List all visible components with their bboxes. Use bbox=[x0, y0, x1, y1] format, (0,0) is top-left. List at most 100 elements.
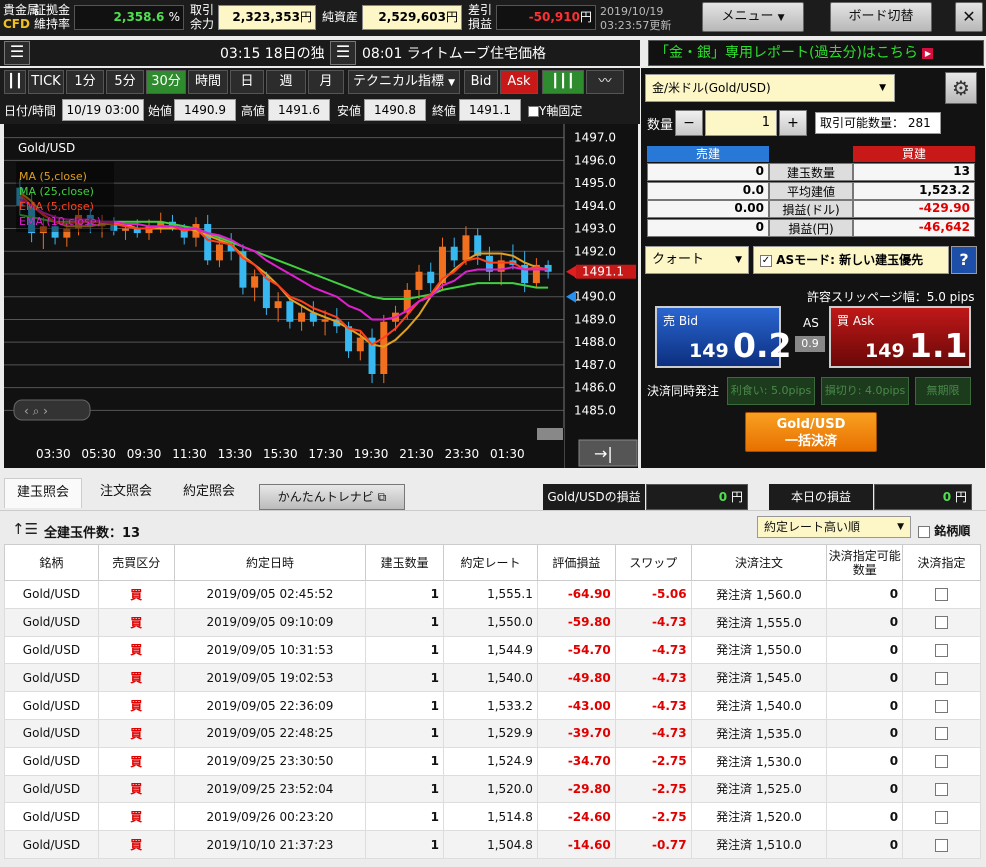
sell-bid-button[interactable]: 売 Bid 149 0.2 bbox=[655, 306, 791, 368]
order-type-select[interactable]: クォート ▼ bbox=[645, 246, 749, 274]
table-row[interactable]: Gold/USD 買 2019/09/05 02:45:52 1 1,555.1 -64.… bbox=[4, 580, 981, 609]
zoom-icons[interactable]: ‹ ⌕ › bbox=[24, 404, 48, 418]
table-cell: 発注済 1,510.0 bbox=[690, 830, 828, 859]
net-assets-label: 純資産 bbox=[322, 10, 359, 24]
settle-checkbox[interactable] bbox=[902, 691, 981, 720]
sort-order-icon[interactable]: ↑☰ bbox=[12, 520, 38, 538]
table-cell: -49.80 bbox=[536, 663, 616, 693]
column-header[interactable]: 約定レート bbox=[443, 544, 538, 581]
news-item-2[interactable]: 08:01 ライトムーブ住宅価格 bbox=[362, 43, 632, 63]
table-row[interactable]: Gold/USD 買 2019/09/05 09:10:09 1 1,550.0 -59.… bbox=[4, 607, 981, 637]
sell-2-value: 0.0 bbox=[647, 181, 769, 200]
gear-icon[interactable]: ⚙ bbox=[945, 72, 977, 104]
candle-body bbox=[356, 337, 364, 352]
list-menu-icon[interactable]: ☰ bbox=[4, 41, 30, 65]
bulk-settle-button[interactable]: Gold/USD 一括決済 bbox=[745, 412, 877, 452]
tab-executions[interactable]: 約定照会 bbox=[172, 478, 246, 508]
table-row[interactable]: Gold/USD 買 2019/09/25 23:52:04 1 1,520.0 -29.… bbox=[4, 774, 981, 804]
news-item-1[interactable]: 03:15 18日の独 bbox=[220, 43, 326, 63]
arrow-right-end-icon[interactable]: →| bbox=[594, 444, 613, 463]
column-header[interactable]: 約定日時 bbox=[173, 544, 367, 581]
report-link[interactable]: 「金・銀」専用レポート(過去分)はこちら ▶ bbox=[648, 40, 984, 66]
unlimited-button[interactable]: 無期限 bbox=[915, 377, 971, 405]
timeframe-month[interactable]: 月 bbox=[308, 70, 344, 94]
low-value: 1490.8 bbox=[364, 99, 426, 121]
legend-entry: EMA (10,close) bbox=[19, 215, 101, 228]
menu-button[interactable]: メニュー ▼ bbox=[702, 2, 804, 32]
settle-checkbox[interactable] bbox=[902, 580, 981, 609]
settle-checkbox[interactable] bbox=[902, 718, 981, 748]
symbol-select[interactable]: 金/米ドル(Gold/USD) ▼ bbox=[645, 74, 895, 102]
sort-select[interactable]: 約定レート高い順 ▼ bbox=[757, 516, 911, 538]
symbol-sort-toggle[interactable]: 銘柄順 bbox=[918, 522, 970, 539]
settle-checkbox[interactable] bbox=[902, 746, 981, 776]
table-cell: -59.80 bbox=[536, 607, 616, 637]
tab-positions[interactable]: 建玉照会 bbox=[4, 478, 82, 508]
column-header[interactable]: 評価損益 bbox=[536, 544, 616, 581]
settle-checkbox[interactable] bbox=[902, 830, 981, 859]
qty-input[interactable]: 1 bbox=[705, 110, 777, 136]
settle-checkbox[interactable] bbox=[902, 635, 981, 665]
candle-type-icon[interactable]: ┃┃ bbox=[4, 70, 26, 94]
column-header[interactable]: 決済指定可能数量 bbox=[826, 544, 904, 581]
table-cell: -43.00 bbox=[536, 691, 616, 720]
settle-checkbox[interactable] bbox=[902, 663, 981, 693]
column-header[interactable]: 決済注文 bbox=[690, 544, 828, 581]
price-chart[interactable]: 1497.0 1496.0 1495.0 1494.0 1493.0 1492.0 1491… bbox=[4, 124, 638, 468]
candlestick-chart[interactable]: 1497.0 1496.0 1495.0 1494.0 1493.0 1492.0 1491… bbox=[4, 124, 638, 468]
sell-1-value: 0 bbox=[647, 163, 769, 181]
ask-toggle[interactable]: Ask bbox=[500, 70, 538, 94]
timeframe-1m[interactable]: 1分 bbox=[66, 70, 104, 94]
as-mode-toggle[interactable]: ✓ ASモード: 新しい建玉優先 bbox=[753, 246, 949, 274]
table-row[interactable]: Gold/USD 買 2019/09/05 19:02:53 1 1,540.0 -49.… bbox=[4, 663, 981, 693]
timeframe-week[interactable]: 週 bbox=[266, 70, 306, 94]
settle-checkbox[interactable] bbox=[902, 802, 981, 832]
tab-orders[interactable]: 注文照会 bbox=[90, 478, 162, 508]
table-cell: 1 bbox=[365, 802, 445, 832]
table-cell: Gold/USD bbox=[4, 802, 99, 832]
table-row[interactable]: Gold/USD 買 2019/09/05 22:48:25 1 1,529.9 -39.… bbox=[4, 718, 981, 748]
timeframe-tick[interactable]: TICK bbox=[28, 70, 64, 94]
candlestick-chart-icon[interactable]: ┃┃┃ bbox=[542, 70, 584, 94]
table-row[interactable]: Gold/USD 買 2019/09/05 22:36:09 1 1,533.2 -43.… bbox=[4, 691, 981, 720]
table-row[interactable]: Gold/USD 買 2019/09/25 23:30:50 1 1,524.9 -34.… bbox=[4, 746, 981, 776]
column-header[interactable]: スワップ bbox=[614, 544, 692, 581]
column-header[interactable]: 決済指定 bbox=[902, 544, 981, 581]
take-profit-button[interactable]: 利食い: 5.0pips bbox=[727, 377, 815, 405]
chart-toolbar: ┃┃ TICK 1分 5分 30分 時間 日 週 月 テクニカル指標 ▼ Bid… bbox=[0, 68, 640, 96]
column-header[interactable]: 売買区分 bbox=[97, 544, 175, 581]
help-icon[interactable]: ? bbox=[951, 246, 977, 274]
table-cell: -4.73 bbox=[614, 607, 692, 637]
column-header[interactable]: 建玉数量 bbox=[365, 544, 445, 581]
y-axis-fix-toggle[interactable]: Y軸固定 bbox=[528, 102, 582, 119]
margin-ratio-value: 2,358.6 % bbox=[74, 5, 184, 30]
scroll-handle[interactable] bbox=[537, 428, 563, 440]
timeframe-day[interactable]: 日 bbox=[230, 70, 264, 94]
qty-minus-button[interactable]: − bbox=[675, 110, 703, 136]
table-cell: 2019/09/25 23:30:50 bbox=[173, 746, 367, 776]
table-row[interactable]: Gold/USD 買 2019/09/05 10:31:53 1 1,544.9 -54.… bbox=[4, 635, 981, 665]
buy-ask-button[interactable]: 買 Ask 149 1.1 bbox=[829, 306, 971, 368]
bid-price-arrow bbox=[566, 290, 576, 303]
settle-checkbox[interactable] bbox=[902, 607, 981, 637]
trade-navi-button[interactable]: かんたんトレナビ ⧉ bbox=[259, 484, 405, 510]
board-switch-button[interactable]: ボード切替 bbox=[830, 2, 932, 32]
table-row[interactable]: Gold/USD 買 2019/10/10 21:37:23 1 1,504.8 -14.… bbox=[4, 830, 981, 859]
timeframe-30m[interactable]: 30分 bbox=[146, 70, 186, 94]
timeframe-5m[interactable]: 5分 bbox=[106, 70, 144, 94]
bid-toggle[interactable]: Bid bbox=[464, 70, 498, 94]
available-value: 2,323,353円 bbox=[218, 5, 316, 30]
line-chart-icon[interactable]: 〰 bbox=[586, 70, 624, 94]
stop-loss-button[interactable]: 損切り: 4.0pips bbox=[821, 377, 909, 405]
close-icon[interactable]: ✕ bbox=[955, 2, 983, 32]
timeframe-hour[interactable]: 時間 bbox=[188, 70, 228, 94]
qty-plus-button[interactable]: + bbox=[779, 110, 807, 136]
technical-indicator-dropdown[interactable]: テクニカル指標 ▼ bbox=[348, 70, 460, 94]
list-menu-icon-2[interactable]: ☰ bbox=[330, 41, 356, 65]
open-label: 始値 bbox=[148, 104, 173, 118]
column-header[interactable]: 銘柄 bbox=[4, 544, 99, 581]
slippage-label: 許容スリッページ幅：5.0 pips bbox=[807, 290, 975, 304]
table-cell: Gold/USD bbox=[4, 718, 99, 748]
table-row[interactable]: Gold/USD 買 2019/09/26 00:23:20 1 1,514.8 -24.… bbox=[4, 802, 981, 832]
settle-checkbox[interactable] bbox=[902, 774, 981, 804]
